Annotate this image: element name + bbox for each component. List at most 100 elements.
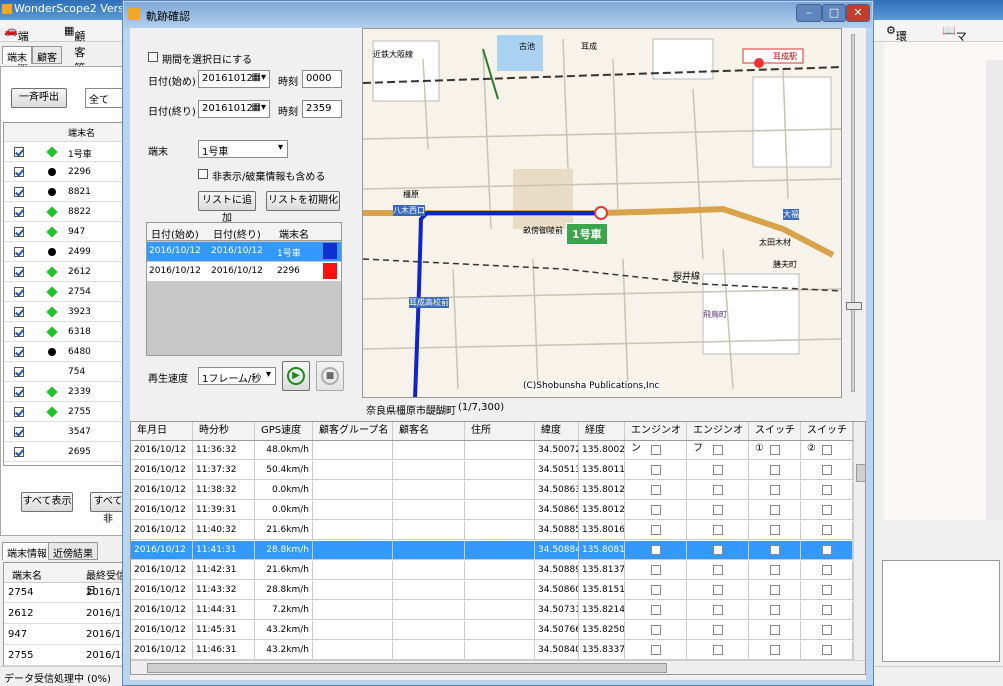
flag-checkbox[interactable] — [651, 545, 661, 555]
menu-customer-mgmt[interactable]: ▦ 顧客管理 — [64, 24, 85, 91]
reset-list-button[interactable]: リストを初期化 — [266, 191, 340, 211]
device-row[interactable]: 8822 — [4, 203, 127, 222]
info-row[interactable]: 9472016/10/1 — [4, 625, 127, 645]
device-checkbox[interactable] — [14, 247, 24, 257]
track-color-swatch[interactable] — [323, 263, 337, 279]
tab-device[interactable]: 端末 — [2, 46, 32, 64]
flag-checkbox[interactable] — [651, 585, 661, 595]
table-hscroll[interactable] — [131, 660, 865, 674]
flag-checkbox[interactable] — [770, 565, 780, 575]
device-checkbox[interactable] — [14, 287, 24, 297]
device-row[interactable]: 947 — [4, 223, 127, 242]
flag-checkbox[interactable] — [822, 585, 832, 595]
device-checkbox[interactable] — [14, 227, 24, 237]
device-row[interactable]: 3547 — [4, 423, 127, 442]
flag-checkbox[interactable] — [713, 645, 723, 655]
table-row[interactable]: 2016/10/1211:43:3228.8km/h 34.50860...135… — [131, 581, 853, 600]
device-row[interactable]: 2755 — [4, 403, 127, 422]
device-row[interactable]: 2754 — [4, 283, 127, 302]
flag-checkbox[interactable] — [713, 605, 723, 615]
flag-checkbox[interactable] — [713, 465, 723, 475]
table-vscroll[interactable] — [853, 422, 865, 660]
menu-manual[interactable]: 📖 マニュアル — [942, 24, 967, 107]
device-checkbox[interactable] — [14, 427, 24, 437]
use-selected-period-checkbox[interactable] — [148, 52, 158, 62]
calendar-icon[interactable]: ▦▾ — [252, 102, 266, 113]
table-row[interactable]: 2016/10/1211:38:320.0km/h 34.50863...135.… — [131, 481, 853, 500]
table-row[interactable]: 2016/10/1211:45:3143.2km/h 34.50766...135… — [131, 621, 853, 640]
table-row[interactable]: 2016/10/1211:37:3250.4km/h 34.50513...135… — [131, 461, 853, 480]
device-row[interactable]: 6318 — [4, 323, 127, 342]
flag-checkbox[interactable] — [822, 465, 832, 475]
column-header[interactable]: 経度 — [579, 422, 625, 440]
flag-checkbox[interactable] — [822, 505, 832, 515]
add-to-list-button[interactable]: リストに追加 — [198, 191, 256, 224]
flag-checkbox[interactable] — [651, 525, 661, 535]
table-row[interactable]: 2016/10/1211:41:3128.8km/h 34.50884...135… — [131, 541, 853, 560]
device-row[interactable]: 1号車 — [4, 143, 127, 162]
flag-checkbox[interactable] — [822, 645, 832, 655]
info-row[interactable]: 27552016/10/1 — [4, 646, 127, 666]
device-checkbox[interactable] — [14, 387, 24, 397]
flag-checkbox[interactable] — [770, 545, 780, 555]
device-checkbox[interactable] — [14, 207, 24, 217]
end-date-input[interactable]: 20161012 ▦▾ — [198, 100, 270, 118]
map-zoom-slider[interactable] — [842, 28, 866, 398]
device-row[interactable]: 2296 — [4, 163, 127, 182]
device-row[interactable]: 8821 — [4, 183, 127, 202]
flag-checkbox[interactable] — [651, 605, 661, 615]
flag-checkbox[interactable] — [822, 445, 832, 455]
device-row[interactable]: 2339 — [4, 383, 127, 402]
flag-checkbox[interactable] — [713, 445, 723, 455]
map-vehicle-marker[interactable]: 1号車 — [566, 223, 608, 245]
start-date-input[interactable]: 20161012 ▦▾ — [198, 70, 270, 88]
column-header[interactable]: 住所 — [465, 422, 535, 440]
track-list-row[interactable]: 2016/10/12 2016/10/12 2296 — [147, 262, 341, 281]
device-row[interactable]: 754 — [4, 363, 127, 382]
minimize-icon[interactable]: – — [796, 4, 822, 22]
device-row[interactable]: 2695 — [4, 443, 127, 462]
flag-checkbox[interactable] — [713, 485, 723, 495]
menu-device-mgmt[interactable]: 🚗 端末管理 — [4, 24, 29, 91]
filter-select[interactable]: 全て — [85, 88, 125, 108]
flag-checkbox[interactable] — [651, 445, 661, 455]
info-row[interactable]: 27542016/10/1 — [4, 583, 127, 603]
flag-checkbox[interactable] — [713, 525, 723, 535]
flag-checkbox[interactable] — [822, 545, 832, 555]
device-select[interactable]: 1号車 ▾ — [198, 140, 288, 158]
flag-checkbox[interactable] — [822, 605, 832, 615]
flag-checkbox[interactable] — [770, 525, 780, 535]
device-checkbox[interactable] — [14, 307, 24, 317]
flag-checkbox[interactable] — [822, 525, 832, 535]
flag-checkbox[interactable] — [713, 565, 723, 575]
flag-checkbox[interactable] — [651, 465, 661, 475]
hide-all-button[interactable]: すべて非 — [90, 492, 126, 525]
flag-checkbox[interactable] — [770, 585, 780, 595]
column-header[interactable]: 年月日 — [131, 422, 193, 440]
device-checkbox[interactable] — [14, 327, 24, 337]
device-checkbox[interactable] — [14, 347, 24, 357]
flag-checkbox[interactable] — [822, 565, 832, 575]
flag-checkbox[interactable] — [770, 445, 780, 455]
table-row[interactable]: 2016/10/1211:46:3143.2km/h 34.50840...135… — [131, 641, 853, 660]
device-checkbox[interactable] — [14, 187, 24, 197]
column-header[interactable]: 顧客名 — [393, 422, 465, 440]
column-header[interactable]: 顧客グループ名 — [313, 422, 393, 440]
column-header[interactable]: GPS速度 — [255, 422, 313, 440]
table-row[interactable]: 2016/10/1211:40:3221.6km/h 34.50885...135… — [131, 521, 853, 540]
flag-checkbox[interactable] — [822, 485, 832, 495]
flag-checkbox[interactable] — [770, 645, 780, 655]
device-checkbox[interactable] — [14, 447, 24, 457]
bulk-call-button[interactable]: 一斉呼出 — [11, 88, 67, 108]
column-header[interactable]: 緯度 — [535, 422, 579, 440]
flag-checkbox[interactable] — [713, 625, 723, 635]
play-button[interactable]: ▶ — [282, 361, 310, 391]
tab-customer[interactable]: 顧客 — [32, 46, 62, 64]
column-header[interactable]: エンジンオン — [625, 422, 687, 454]
device-row[interactable]: 2612 — [4, 263, 127, 282]
start-time-input[interactable]: 0000 — [302, 70, 342, 88]
maximize-icon[interactable]: □ — [822, 4, 846, 22]
flag-checkbox[interactable] — [770, 465, 780, 475]
zoom-slider-thumb[interactable] — [846, 302, 862, 310]
device-row[interactable]: 2499 — [4, 243, 127, 262]
